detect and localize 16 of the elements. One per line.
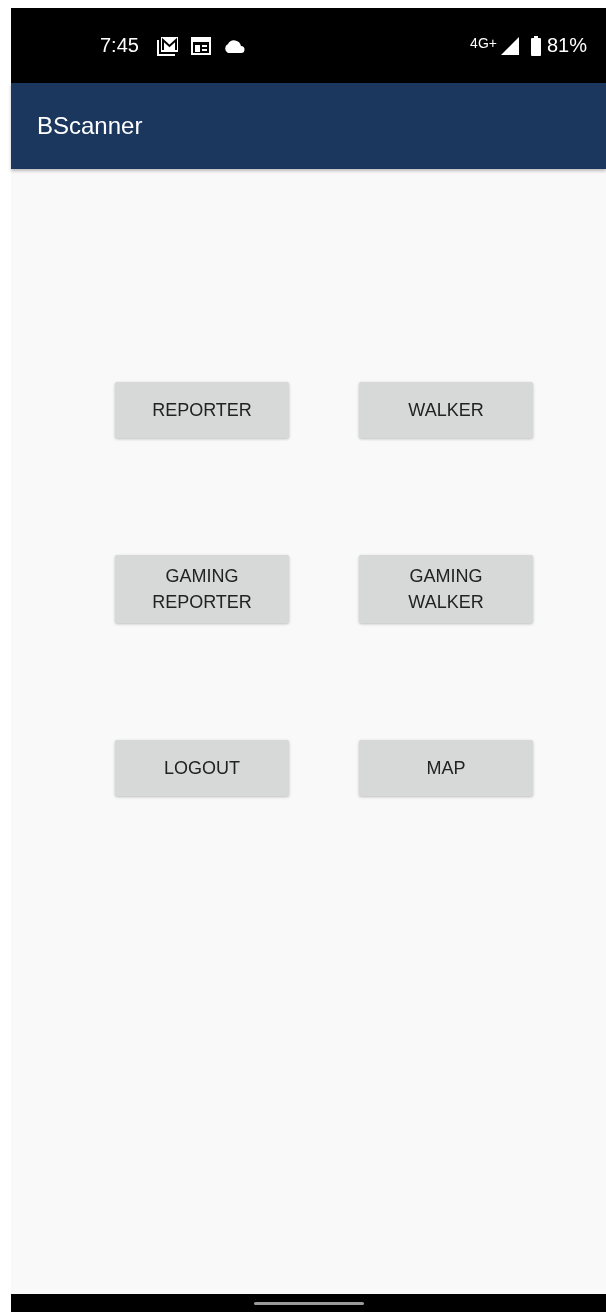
home-handle[interactable] xyxy=(253,1301,364,1305)
battery-icon xyxy=(530,35,541,56)
menu-button[interactable]: GAMING REPORTER xyxy=(115,555,289,623)
menu-button[interactable]: WALKER xyxy=(359,382,533,438)
calendar-icon xyxy=(190,36,211,55)
menu-button[interactable]: LOGOUT xyxy=(115,740,289,796)
menu-button[interactable]: GAMING WALKER xyxy=(359,555,533,623)
mail-icon xyxy=(156,35,179,56)
menu-button[interactable]: MAP xyxy=(359,740,533,796)
signal-icon xyxy=(500,36,519,55)
menu-button[interactable]: REPORTER xyxy=(115,382,289,438)
cloud-icon xyxy=(222,38,245,53)
network-type: 4G+ xyxy=(470,34,497,51)
app-title: BScanner xyxy=(37,112,143,140)
status-time: 7:45 xyxy=(100,34,139,57)
battery-level: 81% xyxy=(546,34,587,57)
